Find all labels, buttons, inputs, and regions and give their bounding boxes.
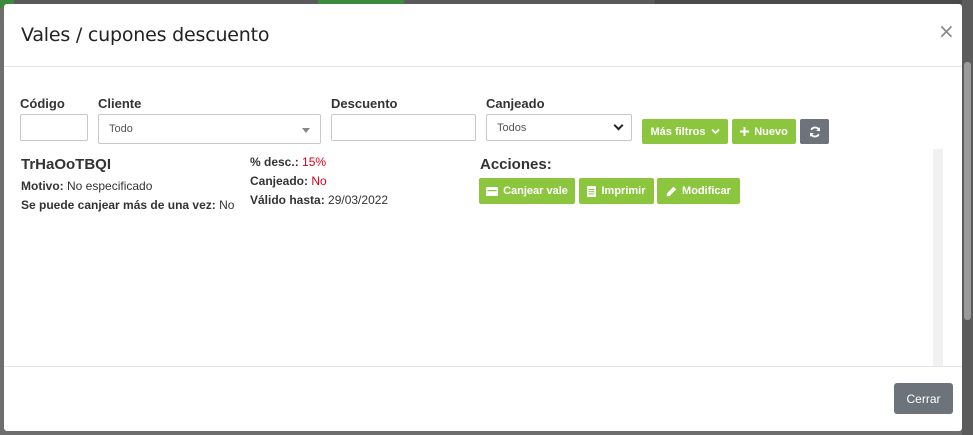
actions-title: Acciones: xyxy=(480,156,552,173)
motivo-label: Motivo: xyxy=(21,179,64,193)
cerrar-button[interactable]: Cerrar xyxy=(894,383,953,414)
cliente-select-value: Todo xyxy=(109,123,133,135)
canjeado-select-value: Todos xyxy=(497,122,527,134)
multi-use-line: Se puede canjear más de una vez: No xyxy=(21,198,234,212)
nuevo-button[interactable]: Nuevo xyxy=(732,119,796,144)
document-icon xyxy=(587,185,597,197)
mas-filtros-button[interactable]: Más filtros xyxy=(642,119,728,144)
valid-until-value: 29/03/2022 xyxy=(328,193,389,207)
mas-filtros-label: Más filtros xyxy=(650,125,706,138)
modal-footer: Cerrar xyxy=(4,366,962,431)
refresh-button[interactable] xyxy=(800,119,829,144)
canjeado-select[interactable]: Todos xyxy=(486,114,632,141)
multi-use-label: Se puede canjear más de una vez: xyxy=(21,198,216,212)
page-scrollbar[interactable] xyxy=(962,0,973,435)
chevron-down-icon xyxy=(710,128,720,135)
nuevo-label: Nuevo xyxy=(754,125,788,138)
page-scrollbar-thumb[interactable] xyxy=(964,62,971,320)
descuento-input[interactable] xyxy=(331,114,476,141)
imprimir-button[interactable]: Imprimir xyxy=(579,178,654,204)
modal-header: Vales / cupones descuento × xyxy=(4,4,962,67)
modal-title: Vales / cupones descuento xyxy=(21,24,270,46)
discount-line: % desc.: 15% xyxy=(250,155,326,169)
redeemed-value: No xyxy=(311,174,327,188)
cliente-select[interactable]: Todo xyxy=(98,114,321,144)
voucher-code: TrHaOoTBQI xyxy=(21,156,112,173)
multi-use-value: No xyxy=(219,198,235,212)
codigo-label: Código xyxy=(20,96,65,111)
cliente-label: Cliente xyxy=(98,96,142,111)
modal-body: Código Cliente Descuento Canjeado Todo T… xyxy=(4,68,962,366)
descuento-label: Descuento xyxy=(331,96,398,111)
redeemed-label: Canjeado: xyxy=(250,174,309,188)
canjeado-label: Canjeado xyxy=(486,96,545,111)
chevron-down-icon xyxy=(613,120,624,131)
close-icon[interactable]: × xyxy=(938,20,955,42)
refresh-icon xyxy=(809,126,820,137)
motivo-line: Motivo: No especificado xyxy=(21,179,152,193)
modificar-label: Modificar xyxy=(682,185,731,197)
results-scrollbar[interactable] xyxy=(933,149,943,366)
modificar-button[interactable]: Modificar xyxy=(657,178,740,204)
discount-label: % desc.: xyxy=(250,155,299,169)
pencil-icon xyxy=(666,186,677,196)
vouchers-modal: Vales / cupones descuento × Código Clien… xyxy=(4,4,962,431)
caret-down-icon xyxy=(302,128,310,133)
motivo-value: No especificado xyxy=(67,179,153,193)
valid-until-label: Válido hasta: xyxy=(250,193,325,207)
plus-icon xyxy=(740,127,750,136)
ticket-icon xyxy=(486,186,499,196)
discount-value: 15% xyxy=(302,155,327,169)
redeemed-line: Canjeado: No xyxy=(250,174,327,188)
valid-until-line: Válido hasta: 29/03/2022 xyxy=(250,193,388,207)
canjear-vale-button[interactable]: Canjear vale xyxy=(479,178,575,204)
canjear-vale-label: Canjear vale xyxy=(503,185,568,197)
codigo-input[interactable] xyxy=(20,114,88,141)
imprimir-label: Imprimir xyxy=(601,185,646,197)
